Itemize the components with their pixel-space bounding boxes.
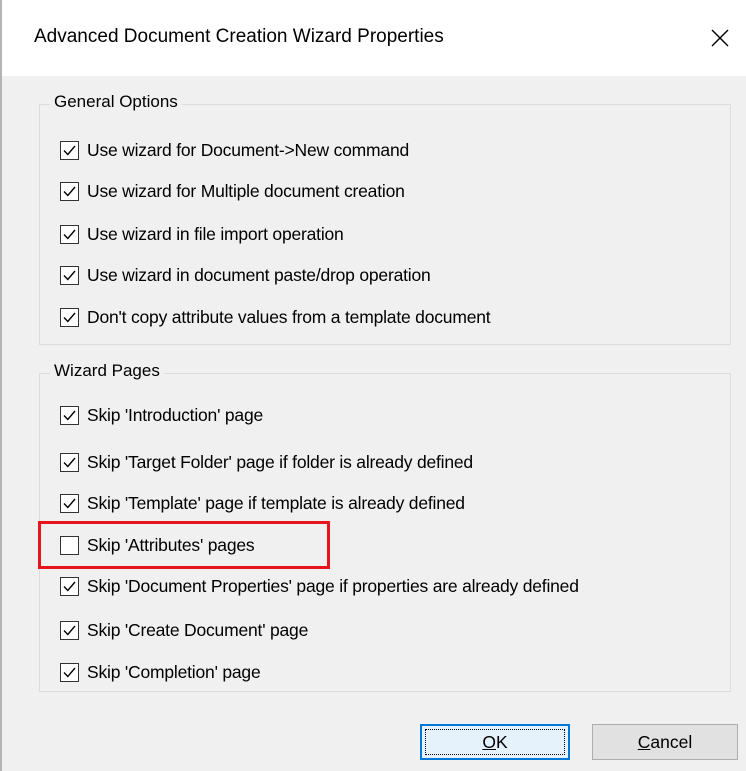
checkbox-skip-target-folder[interactable]: Skip 'Target Folder' page if folder is a…	[60, 450, 473, 474]
checkbox-label: Use wizard in file import operation	[87, 223, 344, 244]
wizard-pages-title: Wizard Pages	[50, 361, 164, 381]
checkbox-label: Skip 'Document Properties' page if prope…	[87, 575, 579, 596]
checkmark-icon	[63, 229, 76, 240]
title-bar: Advanced Document Creation Wizard Proper…	[2, 0, 746, 76]
checkmark-icon	[63, 312, 76, 323]
checkbox-skip-template[interactable]: Skip 'Template' page if template is alre…	[60, 491, 465, 515]
checkbox-label: Use wizard for Document->New command	[87, 139, 410, 160]
checkbox-skip-create-document[interactable]: Skip 'Create Document' page	[60, 618, 308, 642]
cancel-button[interactable]: Cancel	[592, 724, 738, 760]
checkmark-icon	[63, 410, 76, 421]
checkbox-dont-copy-attributes[interactable]: Don't copy attribute values from a templ…	[60, 305, 491, 329]
checkbox-use-wizard-multiple-creation[interactable]: Use wizard for Multiple document creatio…	[60, 179, 405, 203]
close-button[interactable]	[694, 0, 746, 76]
checkbox-skip-introduction[interactable]: Skip 'Introduction' page	[60, 403, 263, 427]
checkbox-label: Don't copy attribute values from a templ…	[87, 306, 491, 327]
checkbox-box[interactable]	[60, 576, 79, 596]
checkbox-box[interactable]	[60, 405, 79, 425]
checkbox-skip-document-properties[interactable]: Skip 'Document Properties' page if prope…	[60, 574, 579, 598]
focus-ring	[425, 729, 565, 755]
general-options-title: General Options	[50, 92, 182, 112]
checkbox-use-wizard-document-new[interactable]: Use wizard for Document->New command	[60, 138, 409, 162]
checkmark-icon	[63, 270, 76, 281]
checkbox-box[interactable]	[60, 662, 79, 682]
highlight-box	[38, 521, 330, 569]
checkbox-box[interactable]	[60, 265, 79, 285]
checkmark-icon	[63, 625, 76, 636]
checkbox-label: Skip 'Introduction' page	[87, 404, 264, 425]
dialog-window: Advanced Document Creation Wizard Proper…	[0, 0, 746, 771]
ok-button[interactable]: OK	[420, 724, 570, 760]
checkbox-label: Skip 'Template' page if template is alre…	[87, 492, 465, 513]
checkbox-box[interactable]	[60, 224, 79, 244]
checkbox-use-wizard-file-import[interactable]: Use wizard in file import operation	[60, 222, 344, 246]
checkbox-skip-completion[interactable]: Skip 'Completion' page	[60, 660, 261, 684]
checkmark-icon	[63, 186, 76, 197]
checkbox-box[interactable]	[60, 140, 79, 160]
checkmark-icon	[63, 498, 76, 509]
checkbox-label: Skip 'Create Document' page	[87, 619, 309, 640]
checkmark-icon	[63, 667, 76, 678]
checkbox-use-wizard-paste-drop[interactable]: Use wizard in document paste/drop operat…	[60, 263, 431, 287]
checkbox-box[interactable]	[60, 181, 79, 201]
checkbox-box[interactable]	[60, 620, 79, 640]
checkbox-label: Skip 'Target Folder' page if folder is a…	[87, 451, 473, 472]
cancel-button-label: Cancel	[637, 731, 693, 752]
checkbox-box[interactable]	[60, 452, 79, 472]
checkmark-icon	[63, 581, 76, 592]
checkbox-label: Use wizard for Multiple document creatio…	[87, 180, 405, 201]
checkmark-icon	[63, 457, 76, 468]
checkbox-box[interactable]	[60, 493, 79, 513]
close-icon	[710, 28, 730, 48]
checkbox-label: Skip 'Completion' page	[87, 661, 261, 682]
checkmark-icon	[63, 145, 76, 156]
checkbox-label: Use wizard in document paste/drop operat…	[87, 264, 431, 285]
checkbox-box[interactable]	[60, 307, 79, 327]
dialog-title: Advanced Document Creation Wizard Proper…	[34, 26, 444, 47]
